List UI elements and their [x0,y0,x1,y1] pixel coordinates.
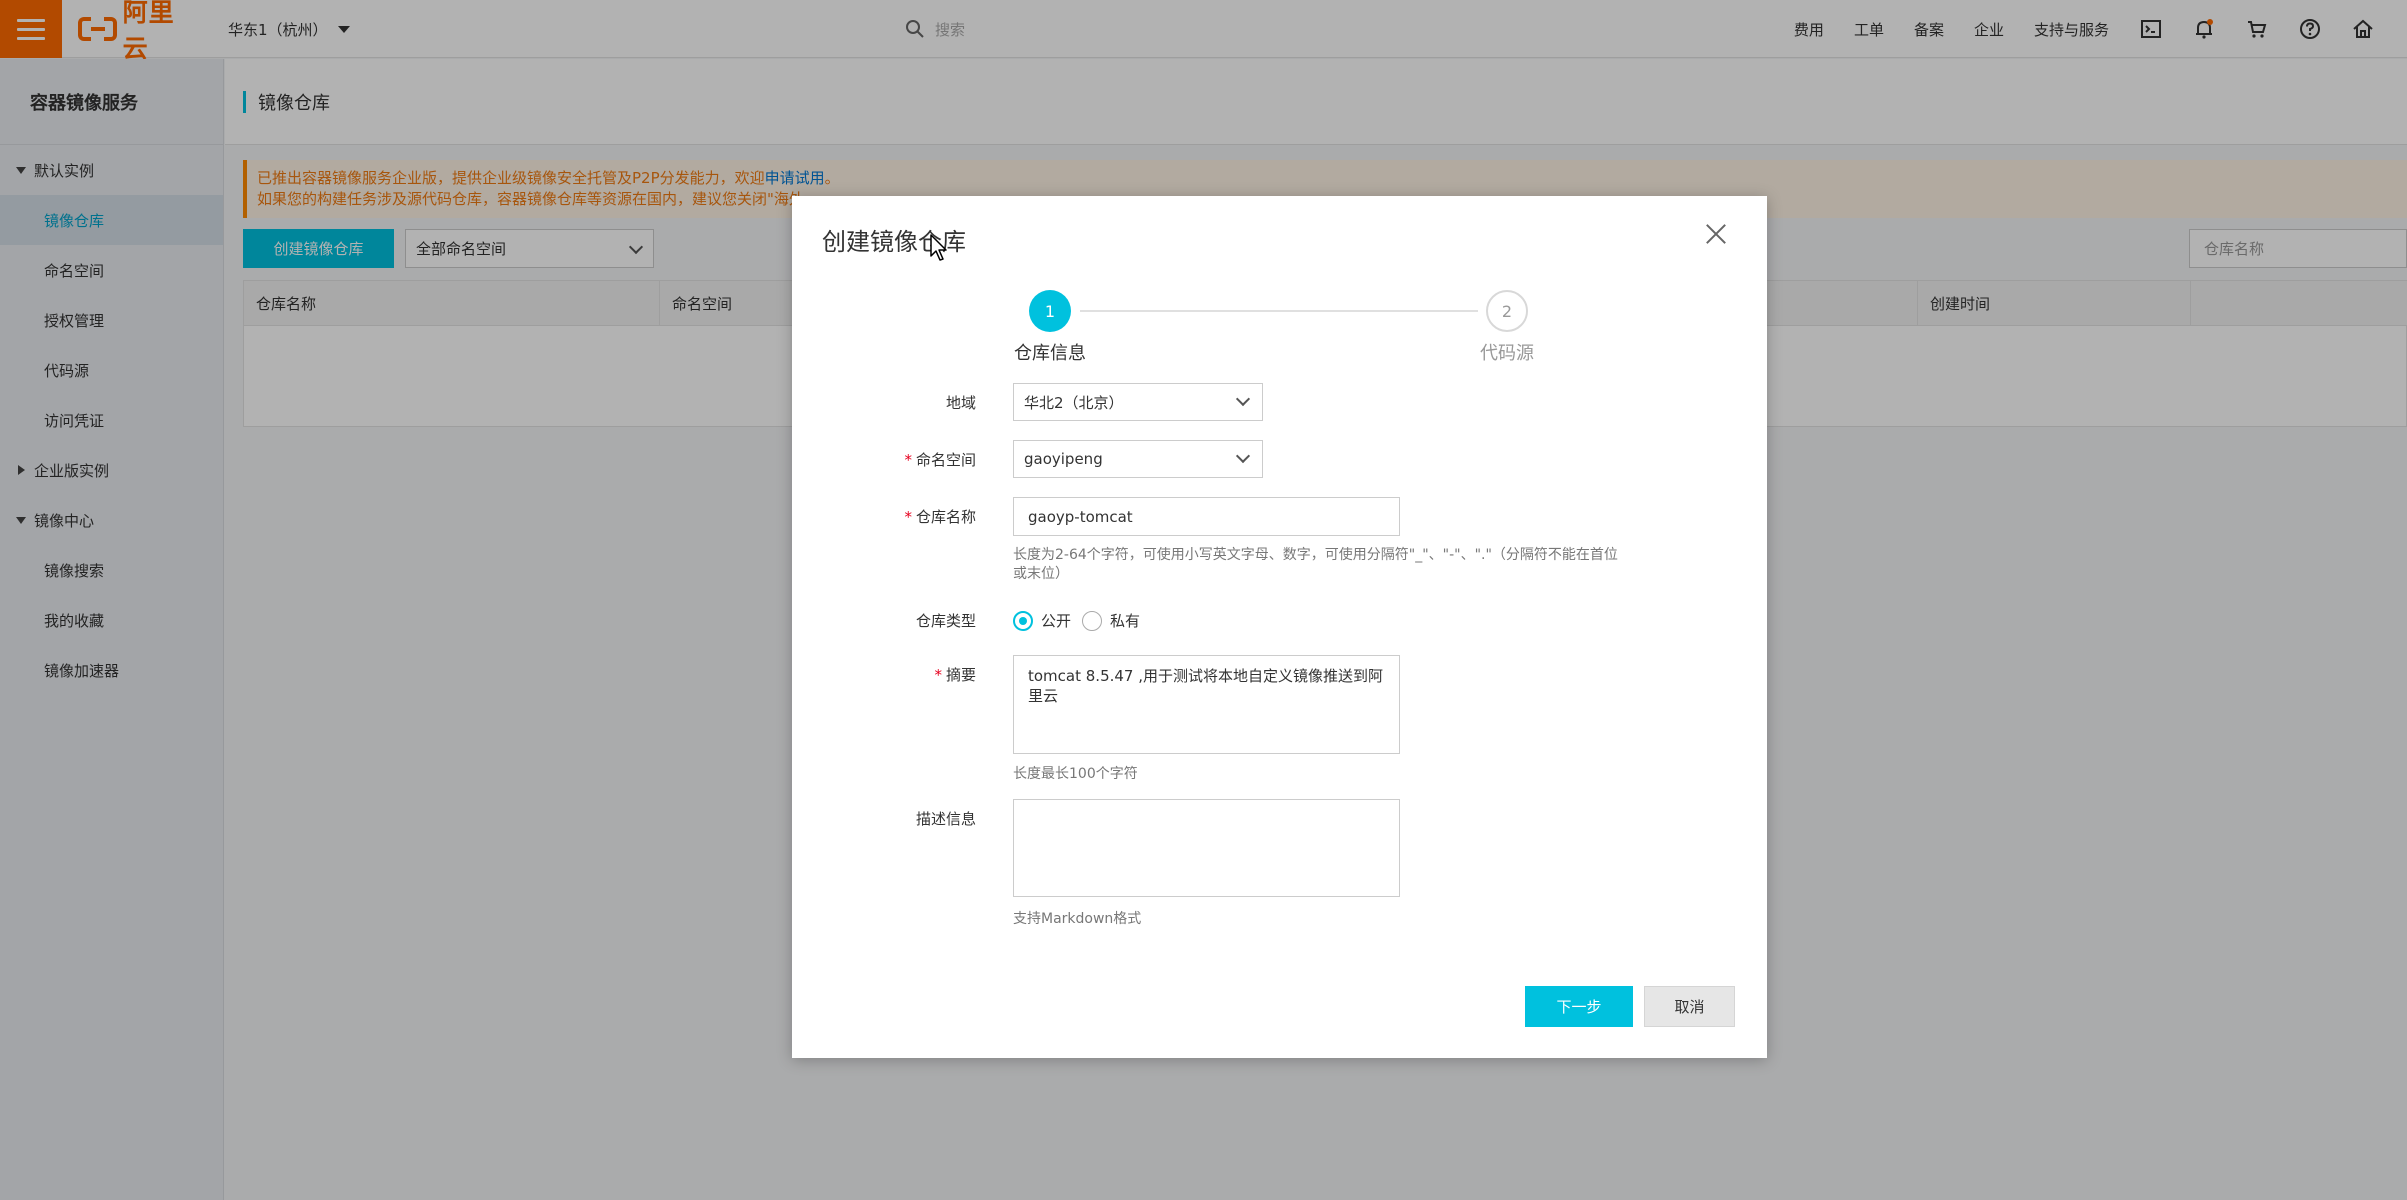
create-repo-dialog: 创建镜像仓库 1 2 仓库信息 代码源 地域 华北2（北京） * 命名空间 gao… [792,196,1767,1058]
cancel-button[interactable]: 取消 [1644,986,1735,1027]
namespace-select[interactable]: gaoyipeng [1013,440,1263,478]
required-mark: * [904,451,912,469]
step-connector [1080,310,1478,312]
description-field-label: 描述信息 [915,810,976,828]
required-mark: * [934,666,942,684]
repo-name-label-text: 仓库名称 [915,508,976,526]
summary-textarea[interactable]: tomcat 8.5.47 ,用于测试将本地自定义镜像推送到阿里云 [1013,655,1400,754]
repo-type-public-label: 公开 [1041,612,1072,630]
namespace-select-value: gaoyipeng [1024,450,1103,468]
close-icon[interactable] [1702,220,1730,248]
mouse-cursor-icon [930,234,947,261]
repo-name-field-label: * 仓库名称 [792,506,976,527]
step-1-indicator: 1 [1029,290,1071,332]
repo-name-hint-line-2: 或末位） [1013,566,1069,582]
chevron-down-icon [1235,448,1251,464]
repo-type-private-label: 私有 [1110,612,1141,630]
radio-checked-icon [1013,610,1033,631]
repo-type-field-label: 仓库类型 [915,612,976,630]
repo-name-hint: 长度为2-64个字符，可使用小写英文字母、数字，可使用分隔符"_"、"-"、".… [1013,546,1618,584]
step-1-label: 仓库信息 [1014,343,1086,364]
step-2-indicator: 2 [1486,290,1528,332]
repo-type-private-radio[interactable]: 私有 [1082,610,1140,631]
region-select-value: 华北2（北京） [1024,393,1124,412]
required-mark: * [904,508,912,526]
chevron-down-icon [1235,391,1251,407]
namespace-label-text: 命名空间 [915,451,976,469]
step-2-label: 代码源 [1480,343,1534,364]
summary-hint: 长度最长100个字符 [1013,766,1138,782]
repo-name-hint-line-1: 长度为2-64个字符，可使用小写英文字母、数字，可使用分隔符"_"、"-"、".… [1013,547,1618,563]
description-textarea[interactable] [1013,799,1400,897]
summary-label-text: 摘要 [945,666,976,684]
namespace-field-label: * 命名空间 [792,449,976,470]
next-step-button[interactable]: 下一步 [1525,986,1633,1027]
description-hint: 支持Markdown格式 [1013,911,1142,927]
region-field-label: 地域 [945,394,976,412]
repo-name-input[interactable] [1013,497,1400,536]
repo-type-public-radio[interactable]: 公开 [1013,610,1071,631]
radio-unchecked-icon [1082,610,1102,631]
region-select[interactable]: 华北2（北京） [1013,383,1263,421]
summary-field-label: * 摘要 [792,664,976,685]
